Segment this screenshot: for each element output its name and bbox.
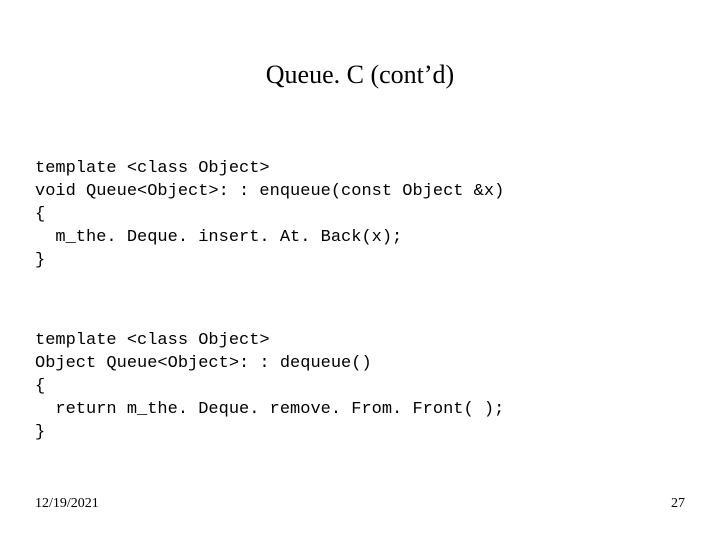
code-block-dequeue: template <class Object> Object Queue<Obj… <box>35 330 685 445</box>
code-block-enqueue: template <class Object> void Queue<Objec… <box>35 158 685 273</box>
footer-date: 12/19/2021 <box>35 496 99 512</box>
slide: Queue. C (cont’d) template <class Object… <box>0 0 720 540</box>
slide-title: Queue. C (cont’d) <box>0 60 720 90</box>
footer-page-number: 27 <box>671 496 685 512</box>
